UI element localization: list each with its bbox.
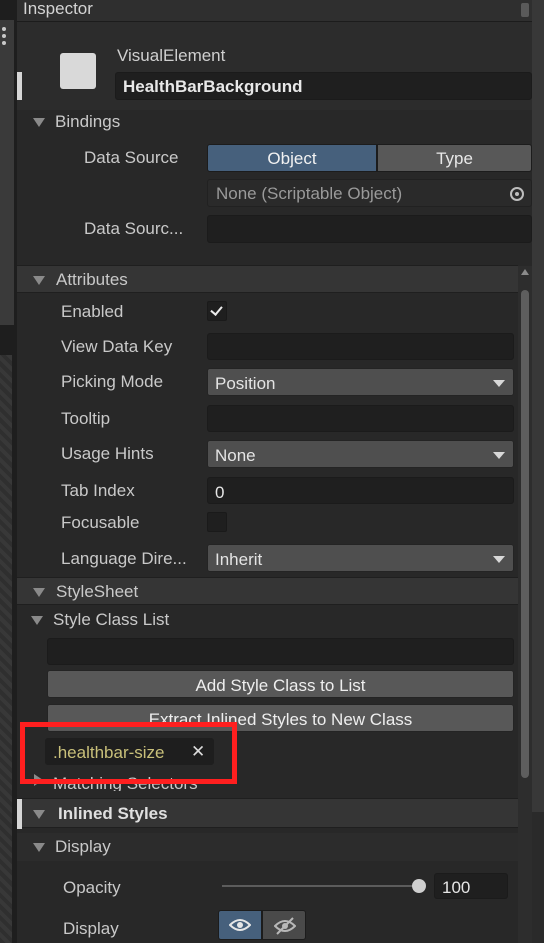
stylesheet-fold-icon — [33, 588, 45, 597]
tab-index-value: 0 — [215, 483, 225, 502]
data-source-label: Data Source — [84, 148, 179, 167]
chevron-down-icon — [493, 556, 505, 563]
language-direction-label: Language Dire... — [61, 549, 187, 568]
inlined-styles-header: Inlined Styles — [58, 804, 168, 823]
opacity-value: 100 — [442, 878, 471, 897]
tab-type-label: Type — [436, 149, 473, 168]
scrollbar-thumb[interactable] — [521, 290, 529, 778]
tooltip-field[interactable] — [207, 405, 514, 432]
element-icon — [60, 53, 96, 89]
opacity-slider-handle[interactable] — [412, 879, 426, 893]
accent-bar — [17, 72, 22, 100]
checkmark-icon — [210, 303, 223, 316]
attributes-header: Attributes — [56, 270, 128, 289]
enabled-checkbox[interactable] — [207, 301, 227, 321]
inlined-styles-fold-icon — [33, 810, 45, 819]
opacity-label: Opacity — [63, 878, 121, 897]
object-field-value: None (Scriptable Object) — [216, 184, 403, 203]
usage-hints-dropdown[interactable]: None — [207, 440, 514, 468]
display-toggle-group — [218, 910, 306, 940]
display-foldout[interactable]: Display — [17, 833, 518, 861]
title-bar: Inspector — [17, 0, 532, 22]
left-panel-upper — [0, 20, 14, 325]
opacity-slider[interactable] — [222, 879, 427, 893]
display-none-button[interactable] — [262, 910, 306, 940]
display-flex-button[interactable] — [218, 910, 262, 940]
picking-mode-label: Picking Mode — [61, 372, 164, 391]
inlined-styles-accent — [17, 799, 22, 829]
tab-object-label: Object — [267, 149, 317, 168]
scrollbar-track[interactable] — [518, 266, 532, 943]
title-bar-menu-icon[interactable] — [521, 3, 529, 17]
right-panel-lower — [532, 812, 544, 943]
tab-index-label: Tab Index — [61, 481, 135, 500]
highlight-box — [20, 722, 237, 784]
attributes-header-bar[interactable]: Attributes — [17, 265, 518, 293]
usage-hints-value: None — [215, 446, 256, 465]
picking-mode-dropdown[interactable]: Position — [207, 368, 514, 396]
enabled-label: Enabled — [61, 302, 124, 321]
eye-icon — [229, 919, 251, 931]
tooltip-label: Tooltip — [61, 409, 111, 428]
focusable-checkbox[interactable] — [207, 512, 227, 532]
left-panel-more-icon[interactable] — [1, 26, 9, 48]
picking-mode-value: Position — [215, 374, 276, 393]
attributes-fold-icon — [33, 276, 45, 285]
display-fold-icon — [33, 843, 45, 852]
left-panel-checker — [0, 355, 12, 943]
display-section-label: Display — [55, 837, 111, 856]
view-data-key-field[interactable] — [207, 333, 514, 360]
scrollbar-up-arrow[interactable] — [521, 269, 529, 275]
data-source-path-field[interactable] — [207, 215, 532, 243]
chevron-down-icon — [493, 380, 505, 387]
stylesheet-header-bar[interactable]: StyleSheet — [17, 577, 518, 605]
language-direction-dropdown[interactable]: Inherit — [207, 544, 514, 572]
inlined-styles-header-bar[interactable]: Inlined Styles — [17, 798, 518, 829]
bindings-header: Bindings — [55, 112, 121, 131]
tab-type[interactable]: Type — [377, 144, 532, 172]
display-label: Display — [63, 919, 119, 938]
add-style-class-button[interactable]: Add Style Class to List — [47, 670, 514, 698]
bindings-fold-icon — [33, 118, 45, 127]
eye-off-icon — [274, 917, 296, 935]
bindings-foldout[interactable]: Bindings — [17, 110, 532, 134]
right-panel-edge — [532, 0, 544, 943]
panel-title: Inspector — [23, 0, 93, 18]
focusable-label: Focusable — [61, 513, 140, 532]
data-source-tabs: Object Type — [207, 144, 532, 172]
style-class-list-fold-icon — [31, 616, 43, 625]
inspector-body: VisualElement HealthBarBackground Bindin… — [17, 22, 532, 943]
style-class-input[interactable] — [47, 638, 514, 665]
language-direction-value: Inherit — [215, 550, 263, 569]
usage-hints-label: Usage Hints — [61, 444, 154, 463]
stylesheet-header: StyleSheet — [56, 582, 139, 601]
style-class-list-foldout[interactable]: Style Class List — [17, 607, 518, 633]
object-picker-icon[interactable] — [510, 187, 524, 201]
opacity-slider-track — [222, 885, 420, 887]
opacity-field[interactable]: 100 — [434, 873, 508, 899]
element-header: VisualElement HealthBarBackground — [17, 22, 532, 110]
tab-object[interactable]: Object — [207, 144, 377, 172]
element-name-field[interactable]: HealthBarBackground — [115, 72, 532, 100]
tab-index-field[interactable]: 0 — [207, 477, 514, 504]
object-field[interactable]: None (Scriptable Object) — [207, 179, 532, 207]
element-type-label: VisualElement — [117, 46, 226, 65]
add-style-class-label: Add Style Class to List — [195, 676, 366, 695]
data-source-path-label: Data Sourc... — [84, 219, 184, 238]
style-class-list-label: Style Class List — [53, 610, 170, 629]
view-data-key-label: View Data Key — [61, 337, 173, 356]
element-name-value: HealthBarBackground — [123, 77, 303, 96]
chevron-down-icon — [493, 452, 505, 459]
